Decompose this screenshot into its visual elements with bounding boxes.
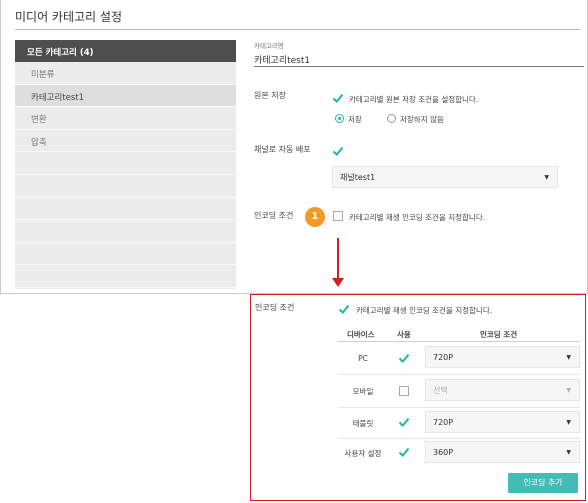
chevron-down-icon: ▼ bbox=[544, 174, 549, 181]
detail-encoding-label: 인코딩 조건 bbox=[255, 303, 295, 312]
sidebar-empty-row bbox=[15, 175, 236, 198]
sidebar-empty-row bbox=[15, 198, 236, 221]
pc-encoding-value: 720P bbox=[433, 353, 454, 362]
encoding-label: 인코딩 조건 bbox=[254, 211, 294, 220]
row-divider bbox=[338, 407, 580, 408]
sidebar-header-all-categories[interactable]: 모든 카테고리 (4) bbox=[15, 40, 236, 62]
original-storage-check-icon[interactable] bbox=[332, 92, 344, 104]
row-divider bbox=[338, 374, 580, 375]
pc-encoding-select[interactable]: 720P ▼ bbox=[425, 346, 580, 368]
encoding-detail-panel: 인코딩 조건 카테고리별 재생 인코딩 조건을 지정합니다. 디바이스 사용 인… bbox=[250, 294, 586, 501]
tablet-encoding-value: 720P bbox=[433, 418, 454, 427]
category-name-input[interactable]: 카테고리test1 bbox=[254, 53, 310, 66]
step-badge: 1 bbox=[305, 207, 325, 227]
mobile-encoding-select[interactable]: 선택 ▼ bbox=[425, 379, 580, 401]
down-arrow-icon bbox=[331, 238, 345, 290]
encoding-checkbox[interactable] bbox=[333, 211, 343, 221]
original-storage-label: 원본 저장 bbox=[254, 91, 286, 100]
sidebar-empty-row bbox=[15, 265, 236, 288]
sidebar-item-convert[interactable]: 변환 bbox=[15, 107, 236, 130]
chevron-down-icon: ▼ bbox=[566, 354, 571, 361]
column-use: 사용 bbox=[397, 330, 411, 339]
tablet-enabled-check-icon[interactable] bbox=[398, 416, 410, 428]
auto-distribute-label: 채널로 자동 배포 bbox=[254, 145, 311, 154]
auto-distribute-check-icon[interactable] bbox=[332, 145, 344, 157]
radio-save[interactable] bbox=[335, 114, 344, 123]
encoding-checkbox-text: 카테고리별 재생 인코딩 조건을 지정합니다. bbox=[349, 213, 486, 222]
mobile-encoding-value: 선택 bbox=[433, 386, 448, 395]
category-form: 카테고리명 카테고리test1 원본 저장 카테고리별 원본 저장 조건을 설정… bbox=[254, 40, 584, 290]
page-title: 미디어 카테고리 설정 bbox=[15, 10, 122, 24]
category-name-label: 카테고리명 bbox=[254, 42, 284, 50]
custom-encoding-select[interactable]: 360P ▼ bbox=[425, 441, 580, 463]
radio-save-label: 저장 bbox=[348, 115, 362, 124]
sidebar-item-compress[interactable]: 압축 bbox=[15, 130, 236, 153]
sidebar-item-category-test1[interactable]: 카테고리test1 bbox=[15, 84, 236, 108]
column-encoding-condition: 인코딩 조건 bbox=[480, 330, 518, 339]
mobile-enabled-checkbox[interactable] bbox=[399, 386, 409, 396]
device-tablet: 태블릿 bbox=[352, 419, 374, 428]
custom-encoding-value: 360P bbox=[433, 448, 454, 457]
original-storage-checkbox-text: 카테고리별 원본 저장 조건을 설정합니다. bbox=[349, 95, 479, 104]
device-custom: 사용자 설정 bbox=[344, 449, 382, 458]
detail-encoding-check-icon[interactable] bbox=[338, 303, 350, 315]
add-encoding-button[interactable]: 인코딩 추가 bbox=[508, 473, 578, 493]
chevron-down-icon: ▼ bbox=[566, 449, 571, 456]
tablet-encoding-select[interactable]: 720P ▼ bbox=[425, 411, 580, 433]
channel-select-value: 채널test1 bbox=[340, 173, 376, 182]
custom-enabled-check-icon[interactable] bbox=[398, 446, 410, 458]
category-sidebar: 모든 카테고리 (4) 미분류 카테고리test1 변환 압축 bbox=[15, 40, 236, 289]
device-pc: PC bbox=[358, 354, 368, 363]
chevron-down-icon: ▼ bbox=[566, 387, 571, 394]
row-divider bbox=[338, 438, 580, 439]
table-header-divider bbox=[338, 341, 580, 342]
detail-encoding-checkbox-text: 카테고리별 재생 인코딩 조건을 지정합니다. bbox=[356, 306, 493, 315]
radio-no-save-label: 저장하지 않음 bbox=[400, 115, 444, 124]
channel-select[interactable]: 채널test1 ▼ bbox=[332, 166, 558, 188]
title-divider bbox=[15, 29, 581, 30]
chevron-down-icon: ▼ bbox=[566, 419, 571, 426]
sidebar-item-uncategorized[interactable]: 미분류 bbox=[15, 62, 236, 85]
sidebar-empty-row bbox=[15, 243, 236, 266]
pc-enabled-check-icon[interactable] bbox=[398, 352, 410, 364]
sidebar-empty-row bbox=[15, 152, 236, 175]
radio-no-save[interactable] bbox=[387, 114, 396, 123]
sidebar-empty-row bbox=[15, 220, 236, 243]
column-device: 디바이스 bbox=[347, 330, 375, 339]
device-mobile: 모바일 bbox=[352, 387, 374, 396]
category-name-underline bbox=[254, 66, 584, 67]
